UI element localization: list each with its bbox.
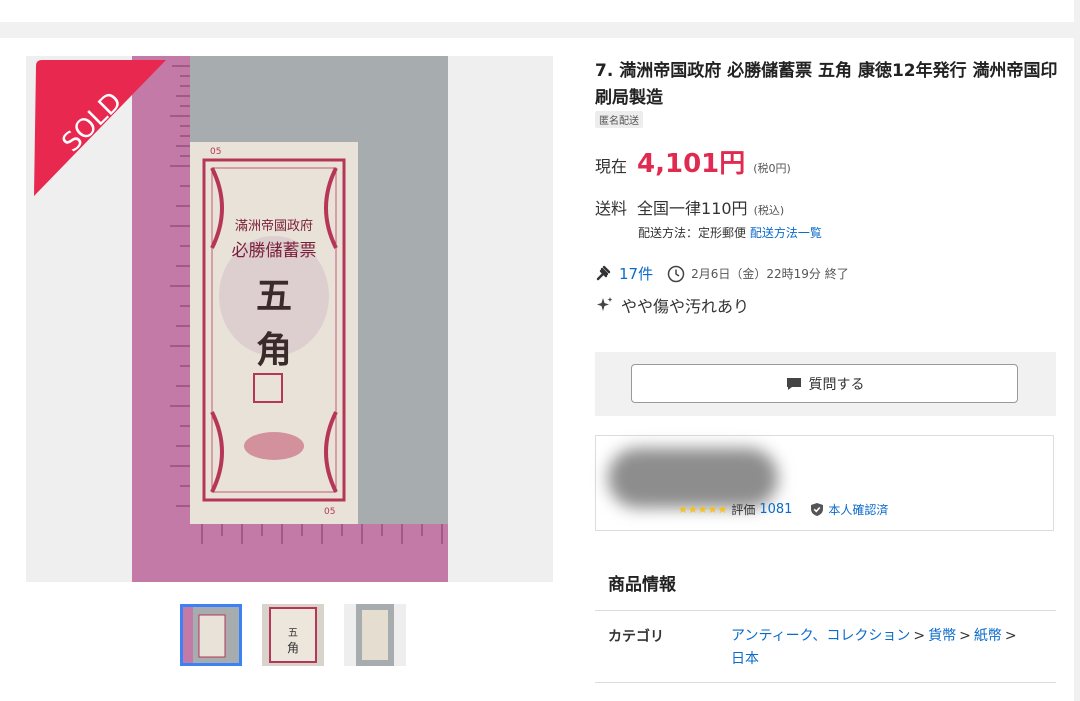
rating-label: 評価 [731, 503, 756, 517]
category-separator: > [913, 628, 926, 644]
seller-rating: ★★★★★ 評価 1081 本人確認済 [678, 501, 888, 518]
main-image[interactable]: 滿洲帝國政府 必勝儲蓄票 五 角 05 05 SOLD [26, 56, 553, 582]
sparkle-icon [597, 297, 613, 311]
shipping-method-text: 配送方法：定形郵便 [638, 226, 747, 240]
anonymous-shipping-badge: 匿名配送 [595, 111, 643, 128]
note-denomination-2: 角 [256, 329, 292, 371]
speech-bubble-icon [786, 377, 801, 390]
category-link-4[interactable]: 日本 [731, 651, 759, 667]
shipping-value: 全国一律110円 [637, 199, 748, 218]
seller-name-blurred [608, 448, 778, 508]
bid-count[interactable]: 17件 [619, 263, 653, 284]
price-row: 現在 4,101円 (税0円) [595, 143, 791, 180]
price-label: 現在 [595, 157, 628, 176]
category-link-3[interactable]: 紙幣 [974, 628, 1002, 644]
price-value: 4,101円 [637, 149, 746, 179]
ask-question-button[interactable]: 質問する [631, 364, 1018, 403]
thumb-2-glyph-2: 角 [287, 641, 299, 655]
shipping-methods-link[interactable]: 配送方法一覧 [750, 226, 822, 240]
thumbnail-strip: 五角 [180, 604, 406, 668]
divider [595, 682, 1056, 683]
note-serial-bottom: 05 [324, 507, 335, 517]
sold-ribbon: SOLD [34, 60, 166, 196]
ruler-horizontal [132, 524, 448, 582]
rating-count[interactable]: 1081 [759, 502, 792, 517]
verified-label[interactable]: 本人確認済 [828, 501, 888, 518]
product-info-title: 商品情報 [608, 575, 676, 595]
ask-question-label: 質問する [808, 376, 865, 393]
condition-row: やや傷や汚れあり [595, 293, 749, 317]
seller-card[interactable]: ★★★★★ 評価 1081 本人確認済 [595, 435, 1054, 531]
note-serial-top: 05 [210, 147, 221, 157]
note-issuer: 滿洲帝國政府 [235, 218, 313, 234]
question-panel: 質問する [595, 352, 1056, 416]
shipping-tax: (税込) [753, 204, 785, 217]
category-separator: > [1004, 628, 1017, 644]
note-top-label: 必勝儲蓄票 [232, 241, 317, 261]
item-title: 7. 満洲帝国政府 必勝儲蓄票 五角 康徳12年発行 満州帝国印刷局製造 [595, 61, 1058, 108]
tank-illustration [244, 432, 304, 460]
category-label: カテゴリ [608, 629, 664, 645]
thumbnail-3[interactable] [344, 604, 406, 666]
shipping-method: 配送方法：定形郵便 配送方法一覧 [638, 224, 822, 241]
category-path: アンティーク、コレクション > 貨幣 > 紙幣 > 日本 [731, 625, 1051, 671]
category-link-2[interactable]: 貨幣 [928, 628, 956, 644]
thumb-2-glyph-1: 五 [288, 628, 298, 639]
divider [595, 610, 1056, 611]
thumbnail-1[interactable] [180, 604, 242, 666]
auction-meta: 17件 2月6日（金）22時19分 終了 [595, 263, 849, 284]
end-time: 2月6日（金）22時19分 終了 [691, 267, 849, 281]
rating-stars: ★★★★★ [678, 503, 728, 516]
thumbnail-2[interactable]: 五角 [262, 604, 324, 666]
note-denomination-1: 五 [256, 275, 292, 317]
previous-card [0, 0, 1074, 22]
category-link-1[interactable]: アンティーク、コレクション [731, 628, 910, 644]
shipping-label: 送料 [595, 199, 628, 218]
shipping-row: 送料 全国一律110円 (税込) [595, 195, 784, 219]
shield-check-icon [811, 503, 824, 516]
price-tax: (税0円) [753, 162, 791, 175]
condition-text: やや傷や汚れあり [621, 297, 750, 316]
clock-icon [667, 265, 685, 282]
category-separator: > [959, 628, 971, 644]
gavel-icon [596, 265, 611, 280]
